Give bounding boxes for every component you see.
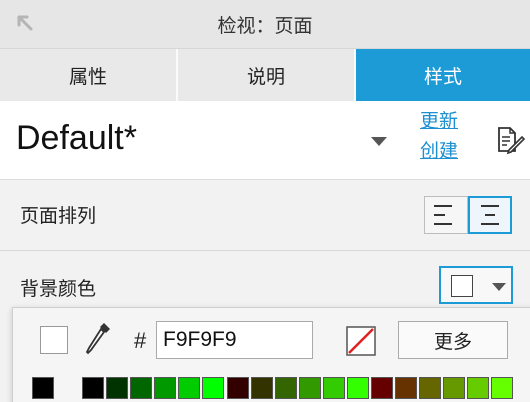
palette-swatch[interactable] — [419, 377, 441, 399]
panel-header: 检视：页面 — [0, 0, 530, 48]
align-left-button[interactable] — [424, 196, 468, 234]
palette-swatch[interactable] — [106, 377, 128, 399]
update-style-link[interactable]: 更新 — [420, 109, 458, 133]
create-style-link[interactable]: 创建 — [420, 139, 458, 163]
palette-swatch[interactable] — [227, 377, 249, 399]
tab-bar: 属性 说明 样式 — [0, 48, 530, 101]
edit-style-icon[interactable] — [496, 126, 526, 156]
collapse-arrow-icon[interactable] — [14, 12, 38, 36]
palette-swatch[interactable] — [82, 377, 104, 399]
palette-swatch[interactable] — [202, 377, 224, 399]
hex-color-input[interactable] — [156, 321, 313, 359]
background-color-button[interactable] — [439, 266, 513, 304]
style-dropdown[interactable]: Default* — [16, 119, 137, 158]
palette-swatch[interactable] — [178, 377, 200, 399]
align-center-button[interactable] — [468, 196, 512, 234]
align-left-icon — [434, 205, 452, 225]
tab-style[interactable]: 样式 — [356, 49, 530, 101]
palette-swatch[interactable] — [32, 377, 54, 399]
chevron-down-icon[interactable] — [371, 137, 387, 146]
style-selector-row: Default* 更新 创建 — [0, 101, 530, 180]
align-center-icon — [481, 205, 499, 225]
palette-swatch[interactable] — [323, 377, 345, 399]
palette-swatch[interactable] — [347, 377, 369, 399]
panel-title: 检视：页面 — [217, 14, 313, 37]
style-actions: 更新 创建 — [420, 109, 458, 163]
more-colors-button[interactable]: 更多 — [398, 321, 508, 359]
palette-swatch[interactable] — [371, 377, 393, 399]
palette-swatch[interactable] — [443, 377, 465, 399]
no-color-icon[interactable] — [346, 326, 376, 356]
palette-swatch[interactable] — [130, 377, 152, 399]
palette-swatch[interactable] — [275, 377, 297, 399]
eyedropper-icon[interactable] — [84, 320, 114, 360]
color-swatch — [451, 275, 473, 297]
tab-properties[interactable]: 属性 — [0, 49, 178, 101]
palette-swatch[interactable] — [467, 377, 489, 399]
chevron-down-icon — [492, 283, 506, 291]
palette-swatch[interactable] — [491, 377, 513, 399]
palette-swatch[interactable] — [251, 377, 273, 399]
page-arrangement-label: 页面排列 — [20, 205, 97, 227]
hex-prefix: # — [134, 328, 147, 353]
background-color-label: 背景颜色 — [20, 278, 97, 300]
current-color-swatch — [40, 326, 68, 354]
tab-notes[interactable]: 说明 — [178, 49, 356, 101]
palette-swatch[interactable] — [154, 377, 176, 399]
palette-swatch[interactable] — [299, 377, 321, 399]
palette-swatch[interactable] — [395, 377, 417, 399]
